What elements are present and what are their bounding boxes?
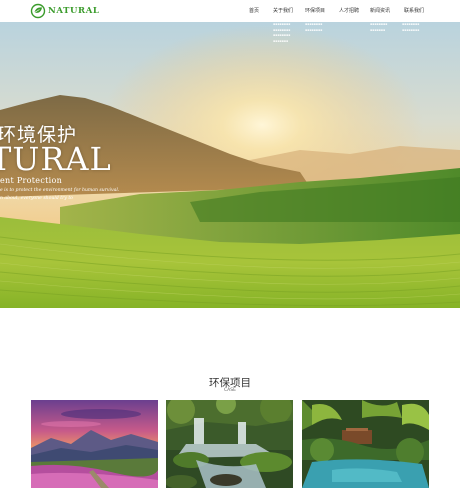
- section-subtitle: CASE: [224, 388, 236, 393]
- nav-projects[interactable]: 环保项目: [305, 7, 325, 14]
- hero-title-en: TURAL: [0, 140, 112, 178]
- nav-about[interactable]: 关于我们: [273, 7, 293, 14]
- site-header: NATURAL 首页 关于我们 环保项目 人才招聘 新闻资讯 联系我们: [0, 0, 460, 22]
- nav-contact[interactable]: 联系我们: [404, 7, 424, 14]
- hero-description: e is to protect the environment for huma…: [0, 187, 119, 203]
- tropical-pond-image: [302, 400, 429, 488]
- main-nav: 首页 关于我们 环保项目 人才招聘 新闻资讯 联系我们: [0, 7, 460, 17]
- project-card[interactable]: [31, 400, 158, 488]
- mountain-flower-field-image: [31, 400, 158, 488]
- project-card[interactable]: [302, 400, 429, 488]
- nav-news[interactable]: 新闻资讯: [370, 7, 390, 14]
- hero-desc-line: n about, everyone should try to: [0, 196, 73, 201]
- forest-waterfall-image: [166, 400, 293, 488]
- nav-dropdown-about: ▪▪▪▪▪▪▪▪ ▪▪▪▪▪▪▪▪ ▪▪▪▪▪▪▪▪ ▪▪▪▪▪▪▪: [273, 22, 291, 43]
- hero-subtitle: ent Protection: [0, 176, 63, 185]
- nav-dropdown-projects: ▪▪▪▪▪▪▪▪ ▪▪▪▪▪▪▪▪: [305, 22, 323, 32]
- hero-desc-line: e is to protect the environment for huma…: [0, 188, 120, 193]
- nav-home[interactable]: 首页: [249, 7, 259, 14]
- nav-dropdown-news: ▪▪▪▪▪▪▪▪ ▪▪▪▪▪▪▪: [370, 22, 388, 32]
- nav-dropdown-contact: ▪▪▪▪▪▪▪▪ ▪▪▪▪▪▪▪▪: [402, 22, 420, 32]
- hero-banner: 环境保护 TURAL ent Protection e is to protec…: [0, 22, 460, 308]
- nav-careers[interactable]: 人才招聘: [339, 7, 359, 14]
- project-card[interactable]: [166, 400, 293, 488]
